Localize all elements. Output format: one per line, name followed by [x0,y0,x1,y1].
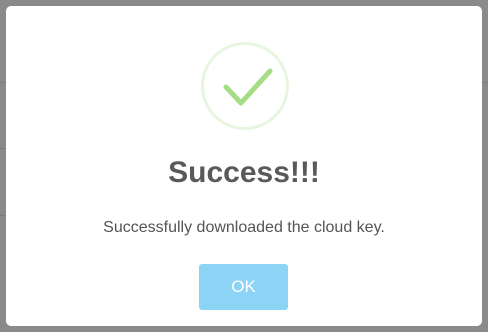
checkmark-icon [223,68,273,106]
success-checkmark-icon [201,42,289,130]
dialog-title: Success!!! [168,156,320,189]
ok-button[interactable]: OK [199,264,288,310]
dialog-message: Successfully downloaded the cloud key. [103,219,385,236]
background-divider-right [482,82,488,83]
success-dialog: Success!!! Successfully downloaded the c… [6,6,482,326]
